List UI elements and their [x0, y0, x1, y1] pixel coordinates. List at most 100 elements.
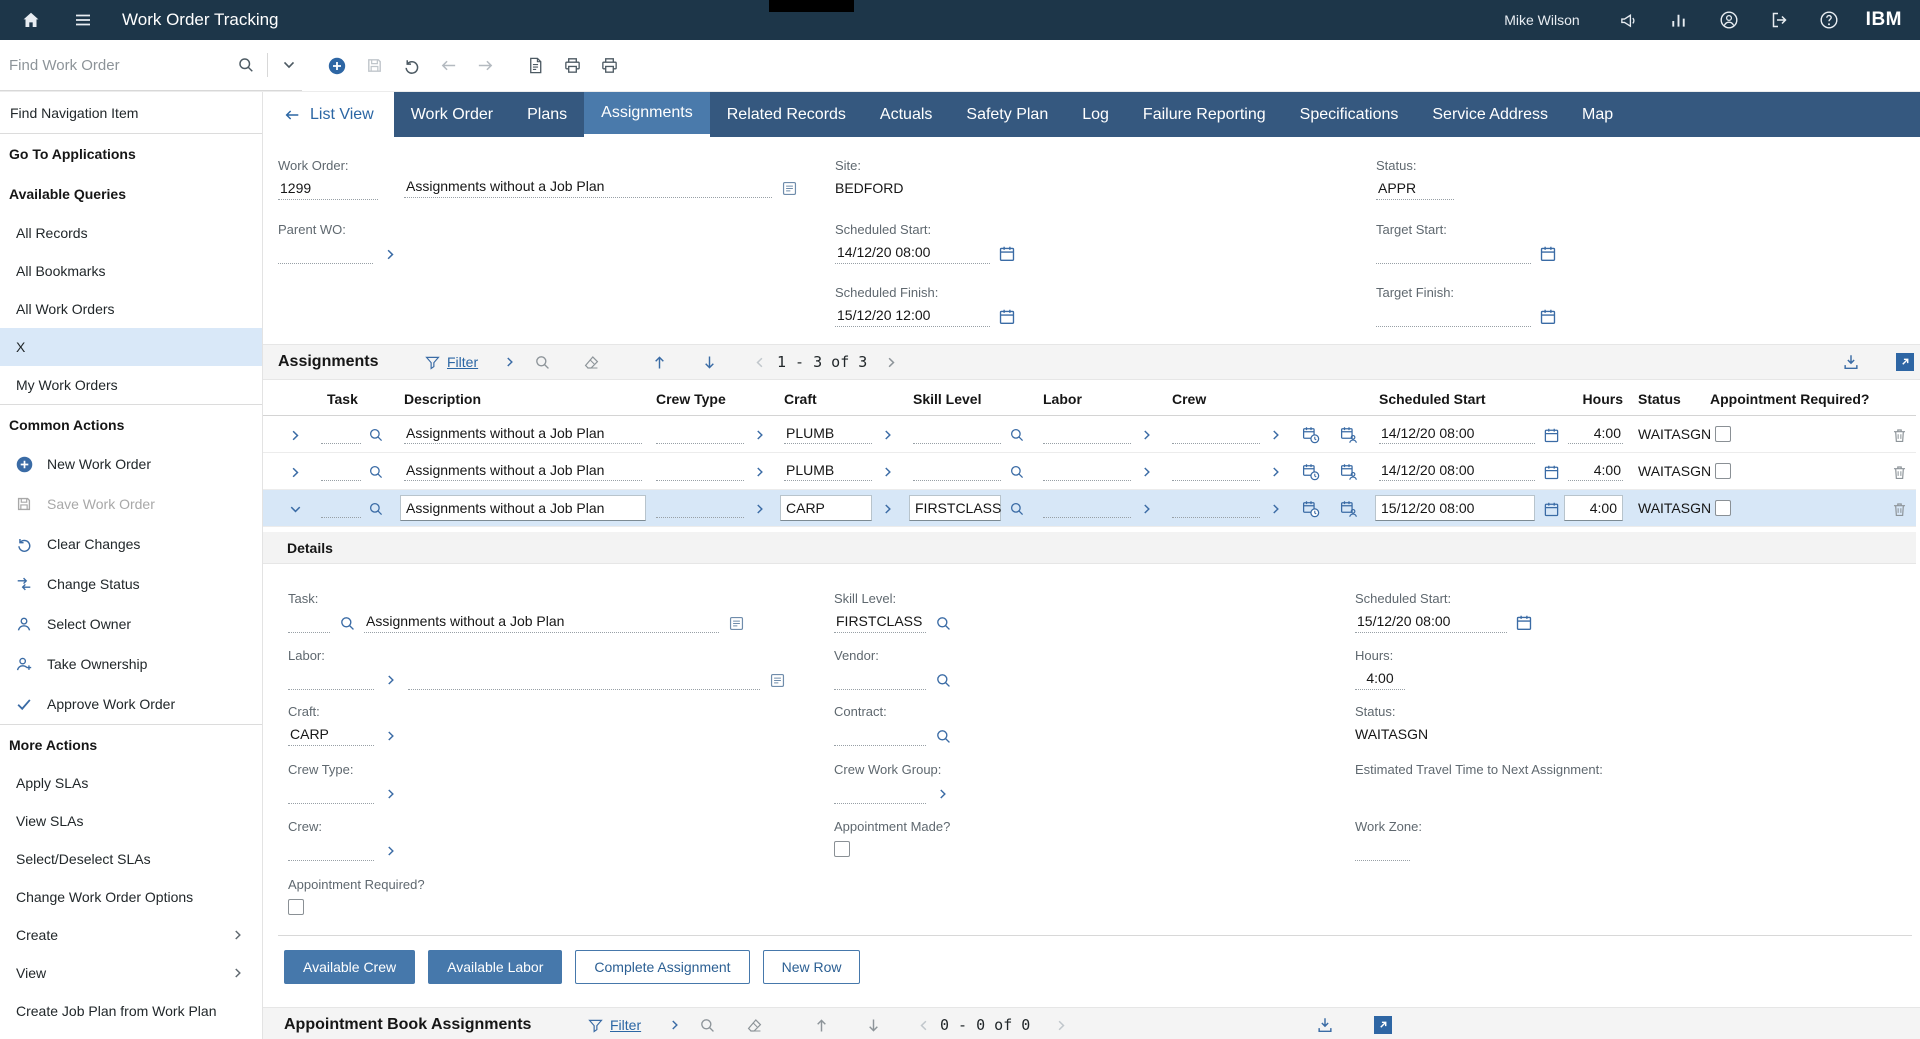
labor-chevron-icon[interactable]	[381, 670, 401, 690]
action-remove-work-plan[interactable]: Remove Work Plan	[0, 1030, 262, 1039]
crew-type-value[interactable]	[288, 784, 374, 804]
print-icon[interactable]	[559, 53, 585, 79]
labor-availability-icon[interactable]	[1301, 499, 1321, 519]
action-view[interactable]: View	[0, 954, 262, 992]
crew-field[interactable]	[1172, 499, 1260, 518]
download-icon[interactable]	[1315, 1015, 1335, 1035]
previous-row-icon[interactable]	[811, 1015, 831, 1035]
craft-chevron-icon[interactable]	[878, 425, 898, 445]
tab-log[interactable]: Log	[1065, 92, 1126, 137]
labor-description-value[interactable]	[408, 670, 760, 690]
contract-value[interactable]	[834, 726, 926, 746]
crew-chevron-icon[interactable]	[1266, 499, 1286, 519]
task-search-icon[interactable]	[366, 462, 386, 482]
calendar-icon[interactable]	[1514, 613, 1534, 633]
task-search-icon[interactable]	[366, 425, 386, 445]
craft-chevron-icon[interactable]	[381, 726, 401, 746]
row-expand-chevron-icon[interactable]	[285, 462, 305, 482]
action-create[interactable]: Create	[0, 916, 262, 954]
broadcast-icon[interactable]	[1616, 7, 1642, 33]
task-description-value[interactable]: Assignments without a Job Plan	[364, 613, 719, 633]
crew-value[interactable]	[288, 841, 374, 861]
action-create-job-plan-from-work-plan[interactable]: Create Job Plan from Work Plan	[0, 992, 262, 1030]
tab-safety-plan[interactable]: Safety Plan	[949, 92, 1065, 137]
long-description-icon[interactable]	[726, 613, 746, 633]
task-search-icon[interactable]	[366, 499, 386, 519]
labor-field[interactable]	[1043, 462, 1131, 481]
hours-input[interactable]: 4:00	[1564, 495, 1623, 521]
query-all-bookmarks[interactable]: All Bookmarks	[0, 252, 262, 290]
work-zone-value[interactable]	[1355, 841, 1410, 861]
query-my-work-orders[interactable]: My Work Orders	[0, 366, 262, 404]
delete-row-icon[interactable]	[1889, 425, 1909, 445]
signout-icon[interactable]	[1766, 7, 1792, 33]
description-input[interactable]: Assignments without a Job Plan	[400, 495, 646, 521]
tab-plans[interactable]: Plans	[510, 92, 584, 137]
next-row-icon[interactable]	[699, 352, 719, 372]
work-order-value[interactable]: 1299	[278, 180, 378, 200]
calendar-icon[interactable]	[997, 244, 1017, 264]
available-labor-button[interactable]: Available Labor	[428, 950, 562, 984]
filter-link[interactable]: Filter	[610, 1017, 641, 1033]
task-field[interactable]	[321, 462, 361, 481]
calendar-icon[interactable]	[1541, 499, 1561, 519]
labor-chevron-icon[interactable]	[1137, 425, 1157, 445]
skill-level-field[interactable]	[913, 425, 1001, 444]
action-select-owner[interactable]: Select Owner	[0, 604, 262, 644]
action-new-work-order[interactable]: New Work Order	[0, 444, 262, 484]
find-search-icon[interactable]	[233, 52, 259, 78]
filter-chevron-icon[interactable]	[500, 352, 520, 372]
scheduled-start-field[interactable]: 14/12/20 08:00	[1379, 462, 1535, 481]
target-finish-value[interactable]	[1376, 307, 1531, 327]
labor-value[interactable]	[288, 670, 374, 690]
crew-type-chevron-icon[interactable]	[750, 499, 770, 519]
crew-chevron-icon[interactable]	[1266, 425, 1286, 445]
vendor-value[interactable]	[834, 670, 926, 690]
reports-icon[interactable]	[1666, 7, 1692, 33]
assignment-row-1[interactable]: Assignments without a Job Plan PLUMB 14/…	[263, 416, 1916, 453]
hours-value[interactable]: 4:00	[1355, 670, 1405, 690]
help-icon[interactable]	[1816, 7, 1842, 33]
action-select-deselect-slas[interactable]: Select/Deselect SLAs	[0, 840, 262, 878]
calendar-icon[interactable]	[997, 307, 1017, 327]
task-field[interactable]	[321, 499, 361, 518]
craft-field[interactable]: PLUMB	[784, 425, 872, 444]
crew-work-group-chevron-icon[interactable]	[933, 784, 953, 804]
go-to-applications[interactable]: Go To Applications	[0, 134, 262, 174]
action-apply-slas[interactable]: Apply SLAs	[0, 764, 262, 802]
available-crew-button[interactable]: Available Crew	[284, 950, 415, 984]
scheduled-start-input[interactable]: 15/12/20 08:00	[1375, 495, 1535, 521]
delete-row-icon[interactable]	[1889, 462, 1909, 482]
find-navigation-input[interactable]: Find Navigation Item	[0, 92, 262, 134]
crew-availability-icon[interactable]	[1339, 462, 1359, 482]
task-value[interactable]	[288, 613, 330, 633]
assignment-row-2[interactable]: Assignments without a Job Plan PLUMB 14/…	[263, 453, 1916, 490]
next-record-icon[interactable]	[472, 53, 498, 79]
previous-page-icon[interactable]	[913, 1015, 933, 1035]
calendar-icon[interactable]	[1541, 462, 1561, 482]
contract-search-icon[interactable]	[933, 726, 953, 746]
find-chevron-down-icon[interactable]	[276, 52, 302, 78]
skill-level-search-icon[interactable]	[1007, 499, 1027, 519]
scheduled-start-value[interactable]: 14/12/20 08:00	[835, 244, 990, 264]
profile-icon[interactable]	[1716, 7, 1742, 33]
crew-field[interactable]	[1172, 462, 1260, 481]
user-name[interactable]: Mike Wilson	[1504, 12, 1579, 28]
calendar-icon[interactable]	[1538, 244, 1558, 264]
task-field[interactable]	[321, 425, 361, 444]
labor-chevron-icon[interactable]	[1137, 462, 1157, 482]
scheduled-finish-value[interactable]: 15/12/20 12:00	[835, 307, 990, 327]
filter-link[interactable]: Filter	[447, 354, 478, 370]
scheduled-start-value[interactable]: 15/12/20 08:00	[1355, 613, 1507, 633]
crew-type-chevron-icon[interactable]	[750, 425, 770, 445]
tab-service-address[interactable]: Service Address	[1415, 92, 1565, 137]
filter-funnel-icon[interactable]	[422, 352, 442, 372]
labor-field[interactable]	[1043, 425, 1131, 444]
download-icon[interactable]	[1841, 352, 1861, 372]
action-approve-work-order[interactable]: Approve Work Order	[0, 684, 262, 724]
labor-field[interactable]	[1043, 499, 1131, 518]
crew-work-group-value[interactable]	[834, 784, 926, 804]
previous-record-icon[interactable]	[435, 53, 461, 79]
labor-availability-icon[interactable]	[1301, 425, 1321, 445]
tab-related-records[interactable]: Related Records	[710, 92, 863, 137]
